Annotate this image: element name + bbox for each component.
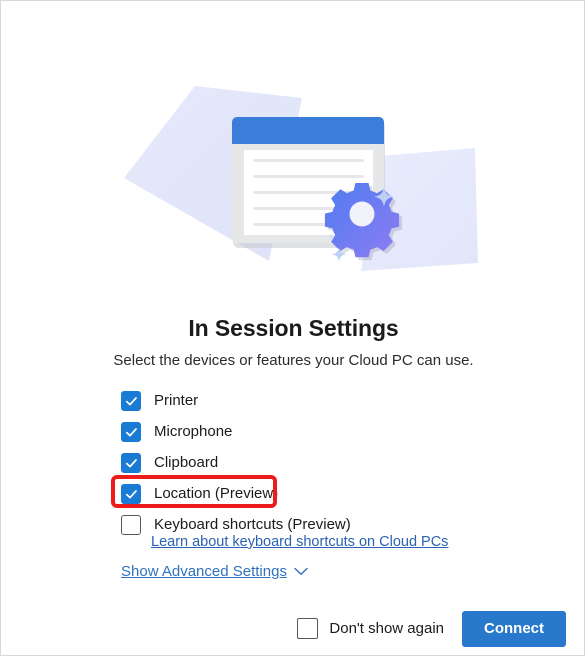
checkbox-microphone[interactable] <box>121 422 141 442</box>
checkbox-dont-show-again[interactable] <box>297 618 319 639</box>
option-row-microphone[interactable]: Microphone <box>121 421 521 443</box>
dont-show-again-label: Don't show again <box>329 620 444 637</box>
checkbox-keyboard-shortcuts[interactable] <box>121 515 141 535</box>
option-row-clipboard[interactable]: Clipboard <box>121 452 521 474</box>
option-label-keyboard-shortcuts: Keyboard shortcuts (Preview) <box>154 516 351 533</box>
option-label-microphone: Microphone <box>154 423 233 440</box>
dont-show-again-row[interactable]: Don't show again <box>297 618 444 639</box>
in-session-settings-dialog: In Session Settings Select the devices o… <box>0 0 585 656</box>
checkbox-printer[interactable] <box>121 391 141 411</box>
page-subtitle: Select the devices or features your Clou… <box>113 352 474 369</box>
heading-block: In Session Settings Select the devices o… <box>1 314 584 370</box>
page-title: In Session Settings <box>188 315 399 341</box>
chevron-down-icon <box>294 567 308 576</box>
check-icon <box>125 396 137 405</box>
options-list: Printer Microphone Clipboard Location (P… <box>111 390 521 536</box>
settings-document-illustration <box>1 1 584 301</box>
checkbox-clipboard[interactable] <box>121 453 141 473</box>
option-label-printer: Printer <box>154 392 199 409</box>
option-row-location[interactable]: Location (Preview) <box>111 475 521 508</box>
option-label-clipboard: Clipboard <box>154 454 219 471</box>
show-advanced-settings-label: Show Advanced Settings <box>121 563 287 580</box>
learn-keyboard-shortcuts-link[interactable]: Learn about keyboard shortcuts on Cloud … <box>151 534 448 550</box>
show-advanced-settings-link[interactable]: Show Advanced Settings <box>121 563 308 580</box>
check-icon <box>125 458 137 467</box>
option-label-location: Location (Preview) <box>154 485 279 502</box>
connect-button[interactable]: Connect <box>462 610 566 647</box>
check-icon <box>125 427 137 436</box>
option-row-printer[interactable]: Printer <box>121 390 521 412</box>
option-row-keyboard-shortcuts[interactable]: Keyboard shortcuts (Preview) <box>121 514 521 536</box>
dialog-footer: Don't show again Connect <box>1 601 584 655</box>
checkbox-location[interactable] <box>121 484 141 504</box>
check-icon <box>125 489 137 498</box>
